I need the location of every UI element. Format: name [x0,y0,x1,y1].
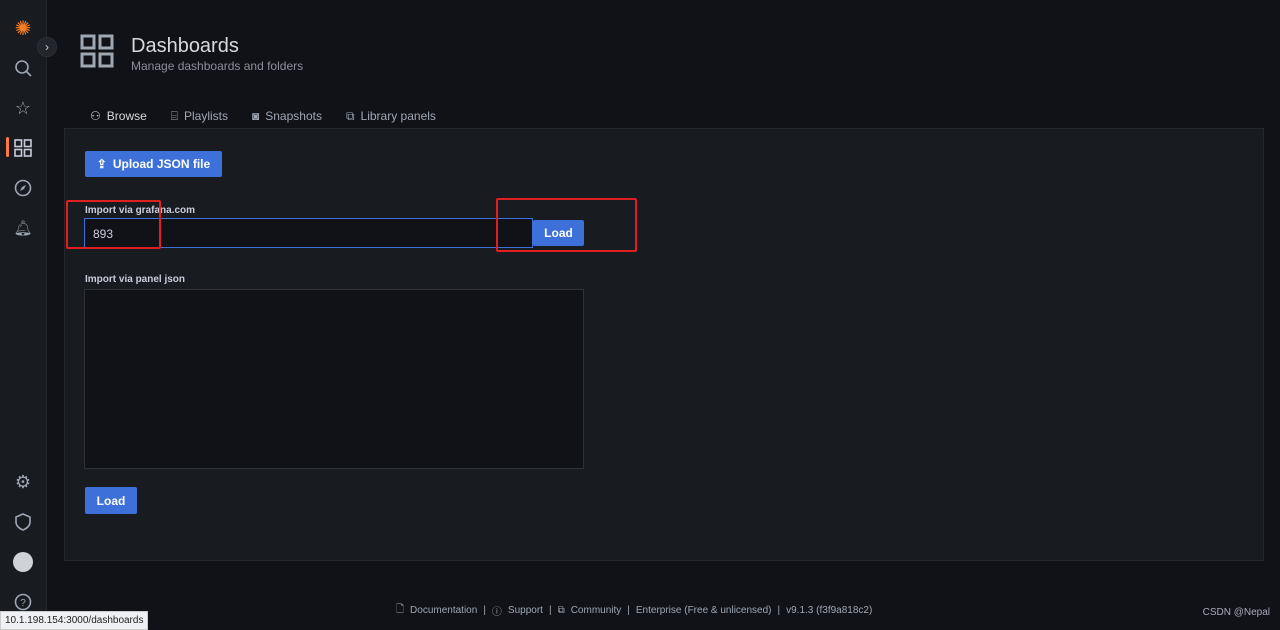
tab-library-panels[interactable]: ⧉ Library panels [334,104,448,128]
dashboards-header-icon [80,34,114,73]
highlight-box-load [496,198,637,252]
star-icon[interactable]: ☆ [12,97,34,119]
tab-snapshots[interactable]: ◙ Snapshots [240,104,334,128]
panel-json-label: Import via panel json [85,274,186,285]
documentation-link[interactable]: Documentation [410,605,477,616]
tab-bar: ⚇ Browse ⌸ Playlists ◙ Snapshots ⧉ Library p… [78,104,448,130]
tab-label: Browse [106,109,147,123]
help-icon[interactable]: ? [12,591,34,613]
upload-icon: ⇪ [96,157,107,171]
presentation-icon: ⌸ [170,108,178,123]
community-icon: ⧉ [557,605,565,616]
version-text: v9.1.3 (f3f9a818c2) [786,605,873,616]
status-url: 10.1.198.154:3000/dashboards [0,611,149,630]
document-icon: 🗋︎ [396,604,405,615]
tab-label: Library panels [360,109,436,123]
support-icon: ⓘ [491,607,502,618]
sidebar: ✺ ☆ 🔔︎ ⚙ ? [0,0,47,628]
explore-compass-icon[interactable] [12,177,34,199]
library-panel-icon: ⧉ [345,108,355,123]
camera-icon: ◙ [252,109,260,123]
tab-browse[interactable]: ⚇ Browse [78,104,159,130]
upload-json-button[interactable]: ⇪ Upload JSON file [85,151,222,177]
tab-label: Snapshots [265,109,322,123]
panel-json-load-button[interactable]: Load [85,487,137,514]
panel-json-textarea[interactable] [84,289,584,469]
watermark: CSDN @Nepal [1202,607,1270,618]
dashboards-icon[interactable] [12,137,34,159]
expand-sidebar-button[interactable]: › [37,37,57,57]
active-indicator [6,137,9,157]
tab-label: Playlists [183,109,228,123]
shield-icon[interactable] [12,511,34,533]
sitemap-icon: ⚇ [90,109,101,123]
support-link[interactable]: Support [508,605,543,616]
svg-text:?: ? [20,598,26,609]
grafana-logo-icon[interactable]: ✺ [12,17,34,40]
highlight-box-input [66,200,161,249]
gear-icon[interactable]: ⚙ [12,471,34,493]
page-subtitle: Manage dashboards and folders [131,59,304,73]
upload-label: Upload JSON file [112,157,211,171]
avatar[interactable] [12,551,34,573]
edition-link[interactable]: Enterprise (Free & unlicensed) [636,605,772,616]
alert-bell-icon[interactable]: 🔔︎ [12,217,34,239]
search-icon[interactable] [12,57,34,79]
tab-playlists[interactable]: ⌸ Playlists [159,104,240,128]
community-link[interactable]: Community [571,605,622,616]
footer: 🗋︎ Documentation | ⓘ Support | ⧉ Community | E… [396,604,873,618]
page-title: Dashboards [131,35,239,57]
